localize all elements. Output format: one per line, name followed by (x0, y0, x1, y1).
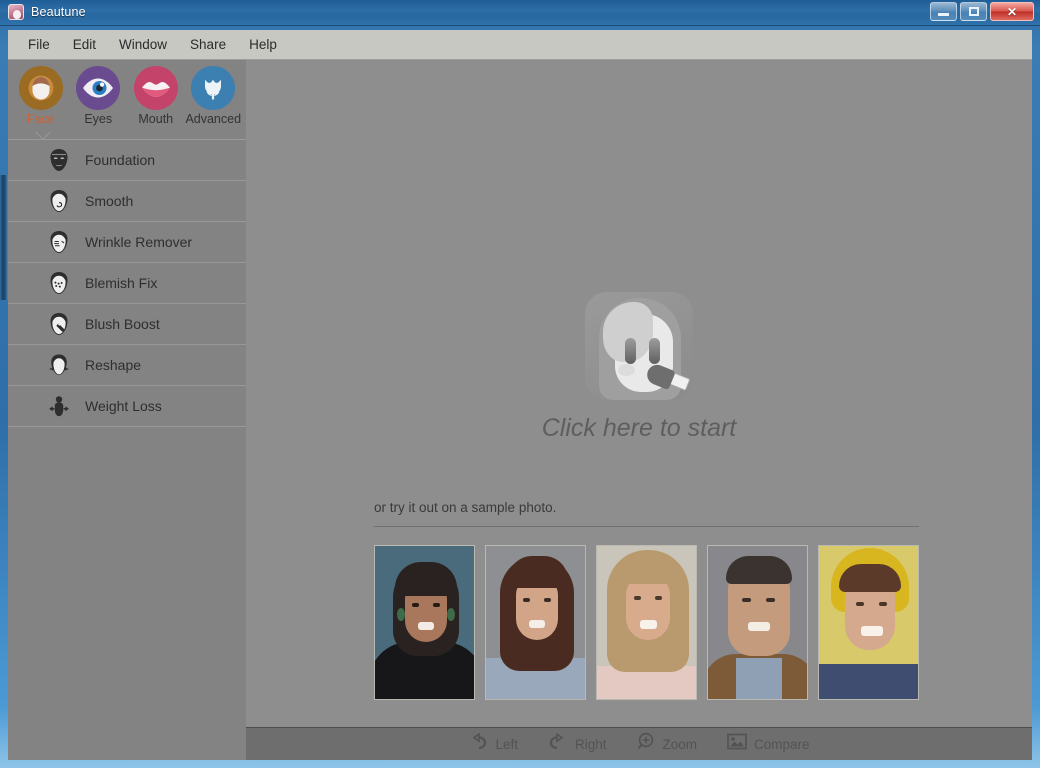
bottom-toolbar: Left Right Zoom Compare (246, 727, 1032, 760)
mode-tab-label-eyes: Eyes (84, 112, 113, 126)
sidebar-item-reshape[interactable]: Reshape (8, 345, 246, 386)
sidebar-item-label: Weight Loss (85, 398, 162, 414)
effect-list: Foundation Smooth Wrinkle Remover Blemis… (8, 140, 246, 427)
sample-photo-4[interactable] (707, 545, 808, 700)
rotate-left-label: Left (495, 736, 518, 752)
rotate-right-icon (548, 731, 568, 756)
menu-item-help[interactable]: Help (239, 33, 287, 56)
menu-item-edit[interactable]: Edit (63, 33, 106, 56)
minimize-button[interactable] (930, 2, 957, 21)
beautune-girl-avatar-icon (585, 292, 693, 400)
title-bar-left: Beautune (8, 4, 86, 20)
maximize-button[interactable] (960, 2, 987, 21)
compare-button[interactable]: Compare (727, 733, 810, 755)
menu-bar: File Edit Window Share Help (8, 30, 1032, 60)
mode-tab-advanced[interactable]: Advanced (185, 66, 243, 126)
sample-photo-2[interactable] (485, 545, 586, 700)
lips-icon (133, 66, 178, 110)
sidebar-item-blush-boost[interactable]: Blush Boost (8, 304, 246, 345)
sidebar-item-weight-loss[interactable]: Weight Loss (8, 386, 246, 427)
window-controls: ✕ (930, 2, 1034, 21)
sample-photo-section: or try it out on a sample photo. (374, 500, 919, 700)
sidebar-item-label: Reshape (85, 357, 142, 373)
rotate-left-icon (468, 731, 488, 756)
face-wrinkle-icon (46, 229, 72, 255)
mode-tab-eyes[interactable]: Eyes (70, 66, 128, 126)
weight-loss-icon (46, 393, 72, 419)
window-title: Beautune (31, 5, 86, 19)
menu-item-window[interactable]: Window (109, 33, 177, 56)
application-window: Beautune ✕ File Edit Window Share Help F… (0, 0, 1040, 768)
magnifier-plus-icon (637, 732, 656, 756)
menu-item-share[interactable]: Share (180, 33, 236, 56)
sidebar-item-foundation[interactable]: Foundation (8, 140, 246, 181)
left-scroll-sliver[interactable] (0, 175, 8, 300)
close-button[interactable]: ✕ (990, 2, 1034, 21)
rotate-right-label: Right (574, 736, 607, 752)
compare-label: Compare (754, 736, 810, 752)
tulip-icon (191, 66, 236, 110)
face-icon (18, 66, 63, 110)
sidebar-item-label: Wrinkle Remover (85, 234, 193, 250)
mode-tab-face[interactable]: Face (12, 66, 70, 126)
face-blush-icon (46, 311, 72, 337)
eye-icon (76, 66, 121, 110)
menu-item-file[interactable]: File (18, 33, 60, 56)
sample-photo-3[interactable] (596, 545, 697, 700)
sample-photo-5[interactable] (818, 545, 919, 700)
maximize-icon (968, 7, 979, 16)
mode-tab-label-advanced: Advanced (185, 112, 242, 126)
body-area: Face Eyes Mouth Advanced Foundation Smoo… (8, 60, 1032, 760)
sidebar-item-label: Blemish Fix (85, 275, 158, 291)
mode-tab-label-mouth: Mouth (138, 112, 174, 126)
sidebar-item-wrinkle-remover[interactable]: Wrinkle Remover (8, 222, 246, 263)
face-smooth-icon (46, 188, 72, 214)
main-content: Click here to start or try it out on a s… (246, 60, 1032, 727)
sidebar-item-smooth[interactable]: Smooth (8, 181, 246, 222)
sample-photo-hint: or try it out on a sample photo. (374, 500, 557, 515)
sidebar: Face Eyes Mouth Advanced Foundation Smoo… (8, 60, 246, 727)
sample-photo-1[interactable] (374, 545, 475, 700)
title-bar[interactable]: Beautune ✕ (0, 0, 1040, 26)
active-tab-caret-icon (34, 132, 52, 141)
app-logo-icon (8, 4, 24, 20)
sidebar-item-label: Blush Boost (85, 316, 160, 332)
sidebar-item-label: Foundation (85, 152, 156, 168)
mode-tab-mouth[interactable]: Mouth (127, 66, 185, 126)
bottom-bar-left-filler (8, 727, 246, 760)
start-dropzone[interactable]: Click here to start (246, 292, 1032, 443)
sample-photo-row (374, 545, 919, 700)
sidebar-item-label: Smooth (85, 193, 134, 209)
sample-divider (374, 526, 919, 527)
mode-tab-label-face: Face (26, 112, 55, 126)
image-compare-icon (727, 733, 747, 755)
rotate-right-button[interactable]: Right (548, 731, 607, 756)
rotate-left-button[interactable]: Left (468, 731, 518, 756)
client-area: File Edit Window Share Help Face Eyes Mo… (8, 30, 1032, 760)
sidebar-item-blemish-fix[interactable]: Blemish Fix (8, 263, 246, 304)
face-blemish-icon (46, 270, 72, 296)
face-reshape-icon (46, 352, 72, 378)
minimize-icon (938, 13, 949, 16)
mode-tab-bar: Face Eyes Mouth Advanced (8, 60, 246, 140)
zoom-label: Zoom (662, 736, 698, 752)
zoom-button[interactable]: Zoom (637, 732, 698, 756)
start-caption: Click here to start (541, 414, 737, 442)
face-foundation-icon (46, 147, 72, 173)
